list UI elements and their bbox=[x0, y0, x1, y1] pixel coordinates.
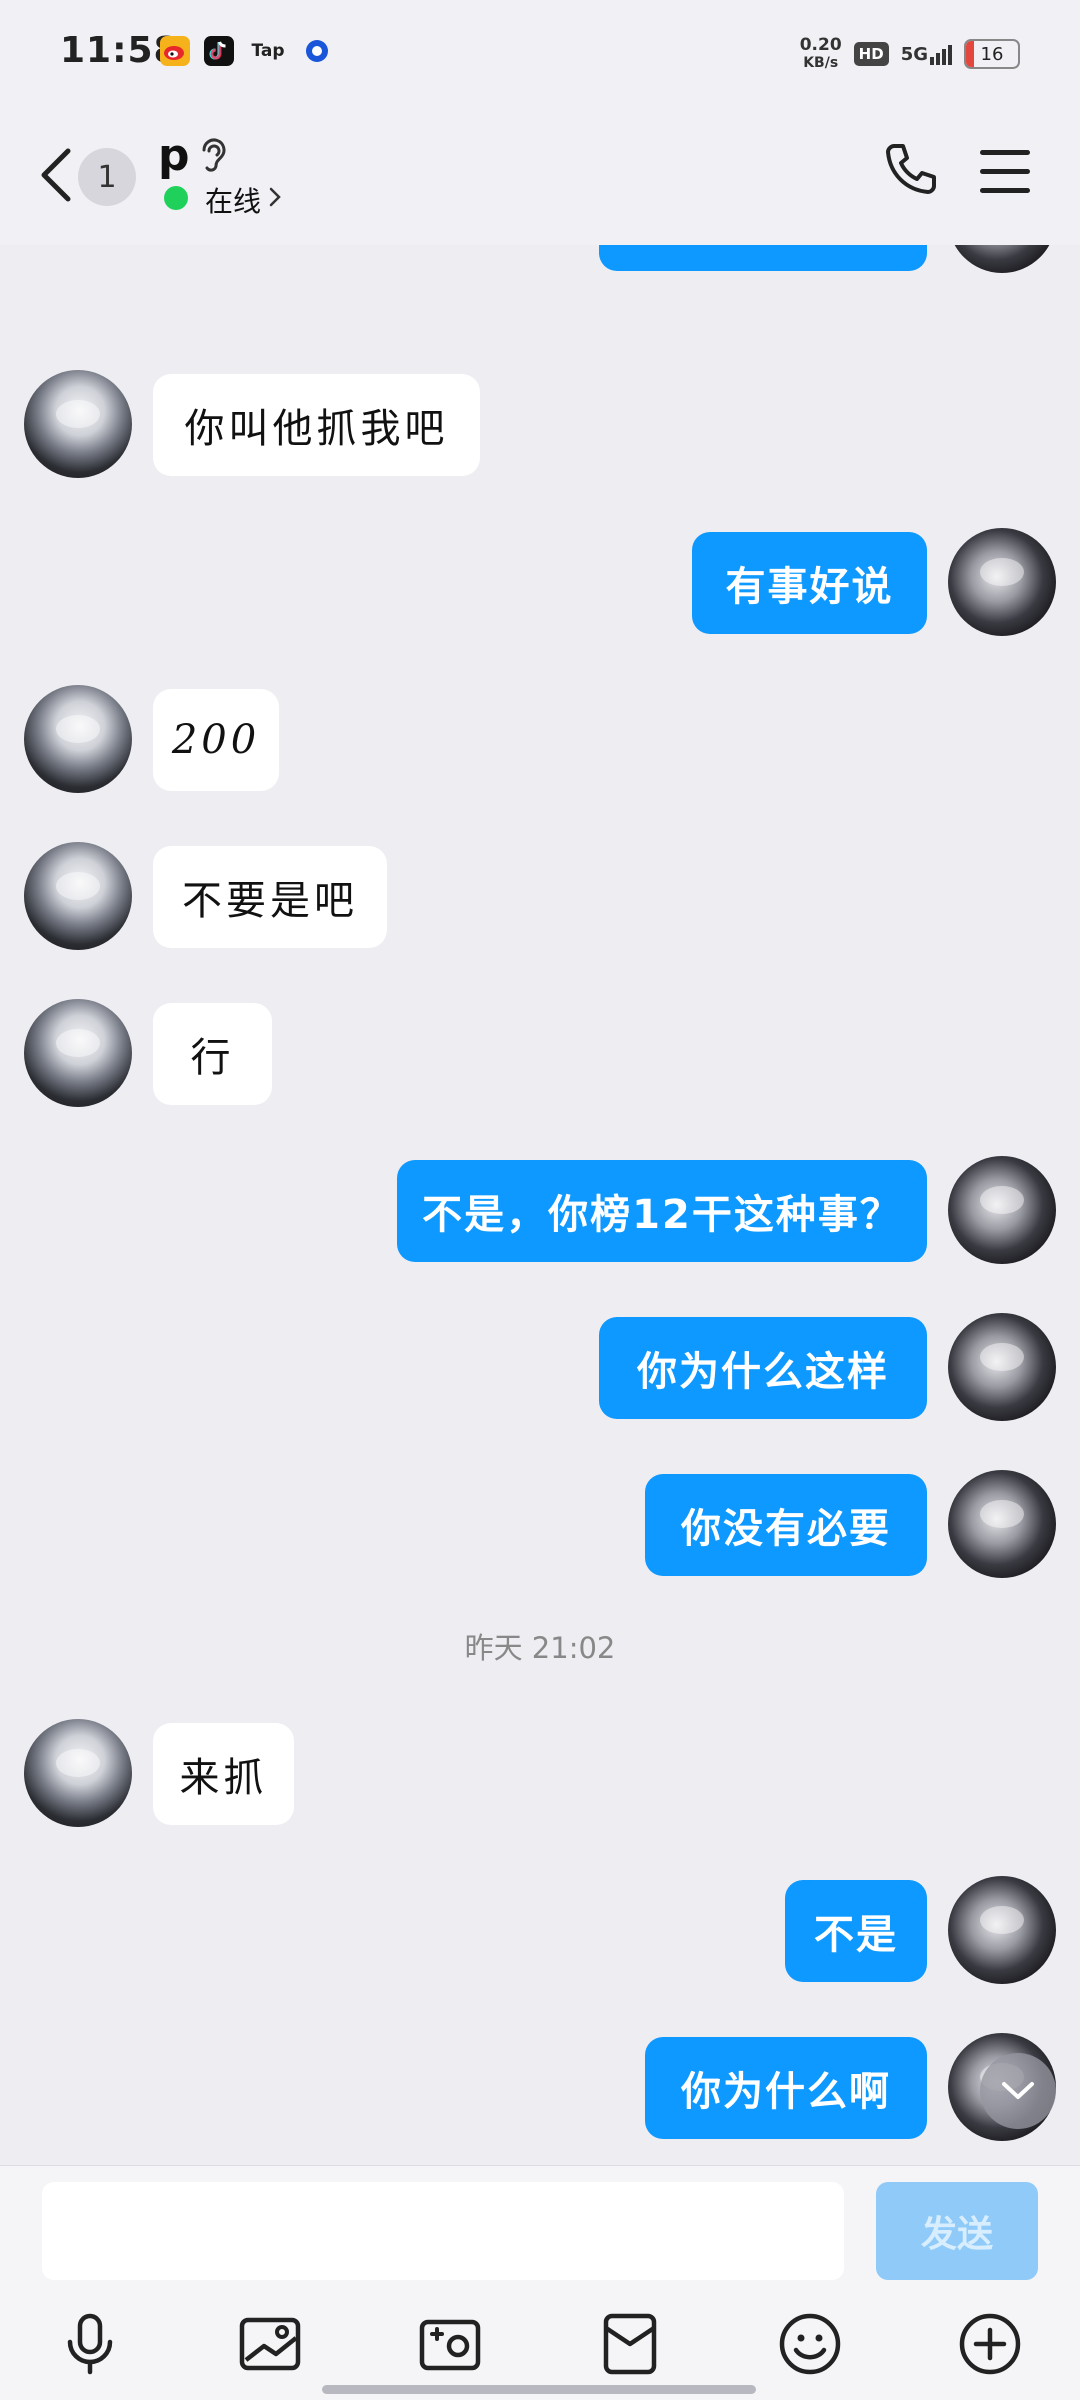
message-bubble-received[interactable]: 行 bbox=[153, 1003, 272, 1105]
message-bubble-sent[interactable]: 跟公安有联系 bbox=[599, 245, 927, 271]
message-row: 有事好说 bbox=[0, 528, 1080, 636]
weibo-icon bbox=[160, 36, 190, 66]
avatar-self[interactable] bbox=[948, 1156, 1056, 1264]
camera-icon[interactable] bbox=[414, 2308, 486, 2380]
message-row: 你叫他抓我吧 bbox=[0, 370, 1080, 478]
online-indicator bbox=[164, 186, 188, 210]
message-row: 200 bbox=[0, 685, 1080, 793]
contact-name[interactable]: p bbox=[158, 130, 190, 181]
message-bubble-received[interactable]: 来抓 bbox=[153, 1723, 294, 1825]
message-list[interactable]: 跟公安有联系 你叫他抓我吧 有事好说 200 不要是吧 行 不是，你榜12干这种… bbox=[0, 245, 1080, 2165]
message-bubble-received[interactable]: 不要是吧 bbox=[153, 846, 387, 948]
message-row: 跟公安有联系 bbox=[0, 245, 1080, 273]
avatar-self[interactable] bbox=[948, 1313, 1056, 1421]
message-bubble-sent[interactable]: 不是，你榜12干这种事？ bbox=[397, 1160, 927, 1262]
send-button[interactable]: 发送 bbox=[876, 2182, 1038, 2280]
battery-icon: 16 bbox=[964, 39, 1020, 69]
avatar-self[interactable] bbox=[948, 245, 1056, 273]
message-input[interactable] bbox=[42, 2182, 844, 2280]
hd-badge: HD bbox=[853, 42, 889, 66]
avatar-contact[interactable] bbox=[24, 842, 132, 950]
home-indicator[interactable] bbox=[322, 2385, 756, 2394]
avatar-contact[interactable] bbox=[24, 1719, 132, 1827]
signal-icon: 5G bbox=[901, 44, 952, 65]
message-row: 来抓 bbox=[0, 1719, 1080, 1827]
network-speed-unit: KB/s bbox=[803, 55, 839, 71]
tiktok-icon bbox=[204, 36, 234, 66]
avatar-contact[interactable] bbox=[24, 999, 132, 1107]
message-row: 不要是吧 bbox=[0, 842, 1080, 950]
composer-toolbar bbox=[0, 2308, 1080, 2388]
menu-line bbox=[980, 150, 1030, 155]
unread-badge[interactable]: 1 bbox=[78, 148, 136, 206]
avatar-self[interactable] bbox=[948, 528, 1056, 636]
message-bubble-received[interactable]: 你叫他抓我吧 bbox=[153, 374, 480, 476]
message-bubble-sent[interactable]: 你没有必要 bbox=[645, 1474, 927, 1576]
microphone-icon[interactable] bbox=[54, 2308, 126, 2380]
plus-icon[interactable] bbox=[954, 2308, 1026, 2380]
taptap-icon: Tap bbox=[251, 41, 285, 61]
message-row: 不是 bbox=[0, 1876, 1080, 1984]
image-icon[interactable] bbox=[234, 2308, 306, 2380]
message-row: 行 bbox=[0, 999, 1080, 1107]
blue-app-icon bbox=[302, 36, 332, 66]
message-bubble-sent[interactable]: 你为什么啊 bbox=[645, 2037, 927, 2139]
emoji-icon[interactable] bbox=[774, 2308, 846, 2380]
message-bubble-received[interactable]: 200 bbox=[153, 689, 279, 791]
message-bubble-sent[interactable]: 你为什么这样 bbox=[599, 1317, 927, 1419]
chat-screen: 11:58 Tap 0.20 KB/s HD 5G 16 1 p 在线 你叫他抓… bbox=[0, 0, 1080, 2400]
avatar-self[interactable] bbox=[948, 1876, 1056, 1984]
message-row: 你为什么这样 bbox=[0, 1313, 1080, 1421]
network-type: 5G bbox=[900, 43, 928, 65]
red-packet-icon[interactable] bbox=[594, 2308, 666, 2380]
status-app-icons: Tap bbox=[160, 36, 332, 66]
message-timestamp: 昨天 21:02 bbox=[464, 1631, 616, 1665]
avatar-contact[interactable] bbox=[24, 685, 132, 793]
message-row: 你没有必要 bbox=[0, 1470, 1080, 1578]
chevron-down-icon bbox=[1002, 2082, 1034, 2099]
message-row: 不是，你榜12干这种事？ bbox=[0, 1156, 1080, 1264]
avatar-contact[interactable] bbox=[24, 370, 132, 478]
back-icon[interactable] bbox=[32, 145, 82, 205]
composer: 发送 bbox=[0, 2165, 1080, 2400]
menu-icon[interactable] bbox=[980, 150, 1030, 194]
chevron-right-icon[interactable] bbox=[267, 186, 283, 208]
network-speed: 0.20 KB/s bbox=[800, 36, 842, 72]
message-bubble-sent[interactable]: 不是 bbox=[785, 1880, 927, 1982]
status-right: 0.20 KB/s HD 5G 16 bbox=[800, 36, 1020, 72]
menu-line bbox=[980, 188, 1030, 193]
message-row: 你为什么啊 bbox=[0, 2033, 1080, 2141]
online-status[interactable]: 在线 bbox=[205, 180, 261, 220]
battery-level: 16 bbox=[980, 43, 1004, 65]
menu-line bbox=[980, 169, 1030, 174]
message-bubble-sent[interactable]: 有事好说 bbox=[692, 532, 927, 634]
phone-icon[interactable] bbox=[880, 140, 940, 200]
status-bar: 11:58 Tap 0.20 KB/s HD 5G 16 bbox=[0, 0, 1080, 110]
network-speed-value: 0.20 bbox=[799, 35, 842, 55]
scroll-to-bottom-button[interactable] bbox=[980, 2053, 1056, 2129]
ear-icon[interactable] bbox=[196, 134, 230, 174]
avatar-self[interactable] bbox=[948, 1470, 1056, 1578]
